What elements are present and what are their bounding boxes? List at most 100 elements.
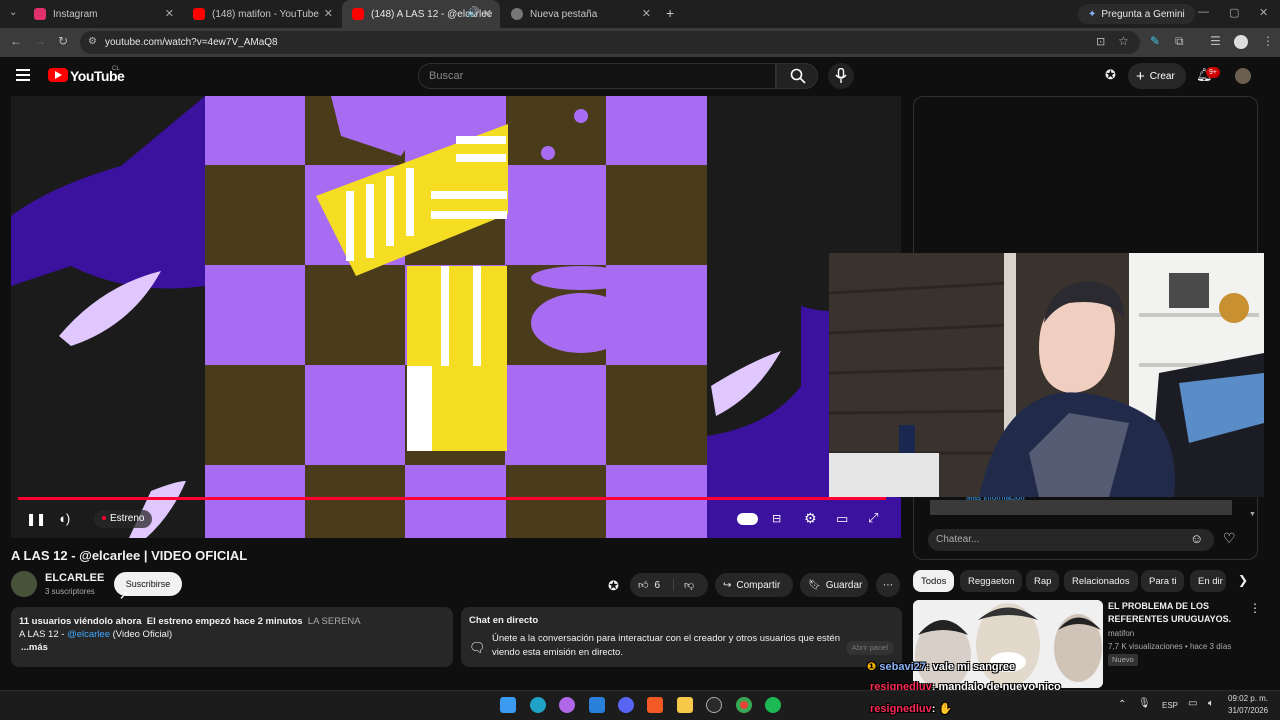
close-icon[interactable]: ✕ bbox=[324, 7, 333, 20]
forward-icon[interactable]: → bbox=[34, 34, 46, 48]
tab-search-icon[interactable]: ⌄ bbox=[9, 7, 17, 18]
chip-todos[interactable]: Todos bbox=[913, 570, 955, 592]
chip-en-directo[interactable]: En dir bbox=[1190, 570, 1226, 592]
url-text: youtube.com/watch?v=4ew7V_AMaQ8 bbox=[105, 37, 278, 48]
tray-mic-icon[interactable]: 🎙︎ bbox=[1138, 698, 1151, 709]
thumbnail-image bbox=[913, 600, 1103, 688]
heart-icon[interactable]: ♡ bbox=[1223, 530, 1236, 547]
close-icon[interactable]: ✕ bbox=[642, 7, 651, 20]
spotify-icon[interactable] bbox=[765, 697, 781, 713]
save-button[interactable]: 🔖︎ Guardar bbox=[800, 573, 868, 597]
emoji-icon[interactable]: ☺ bbox=[1190, 531, 1203, 546]
windows-start-icon[interactable] bbox=[500, 697, 516, 713]
fullscreen-icon[interactable]: ⤢ bbox=[868, 510, 878, 526]
search-button[interactable] bbox=[776, 63, 818, 89]
language-indicator[interactable]: ESP bbox=[1162, 701, 1178, 710]
voice-search-button[interactable] bbox=[828, 63, 854, 89]
reload-icon[interactable]: ↻ bbox=[58, 34, 68, 48]
share-button[interactable]: ↪ Compartir bbox=[715, 573, 793, 597]
chat-scroll-down-icon[interactable]: ▼ bbox=[1249, 511, 1256, 518]
progress-bar[interactable] bbox=[18, 497, 886, 500]
profile-avatar[interactable] bbox=[1234, 35, 1248, 49]
browser-toolbar: ← → ↻ ⚙ youtube.com/watch?v=4ew7V_AMaQ8 … bbox=[0, 28, 1280, 57]
channel-action-icon[interactable]: ✪ bbox=[608, 578, 619, 594]
bookmark-star-icon[interactable]: ☆ bbox=[1118, 34, 1129, 48]
tab-instagram[interactable]: Instagram ✕ bbox=[24, 0, 182, 28]
cast-icon[interactable]: ✪ bbox=[1105, 67, 1116, 83]
audio-icon[interactable]: 🔊 bbox=[467, 7, 479, 18]
recommended-channel[interactable]: matifon bbox=[1108, 629, 1134, 638]
maximize-icon[interactable]: ▢ bbox=[1229, 6, 1239, 19]
clock-date[interactable]: 31/07/2026 bbox=[1228, 706, 1268, 715]
show-more-link[interactable]: ...más bbox=[21, 641, 445, 654]
recommended-title[interactable]: EL PROBLEMA DE LOS REFERENTES URUGUAYOS. bbox=[1108, 600, 1238, 626]
live-chat-body: Únete a la conversación para interactuar… bbox=[492, 633, 841, 658]
emote-icon: ✋ bbox=[938, 703, 953, 715]
close-icon[interactable]: ✕ bbox=[483, 7, 492, 20]
address-bar[interactable]: ⚙ youtube.com/watch?v=4ew7V_AMaQ8 ⊡ ☆ bbox=[80, 31, 1140, 54]
autoplay-toggle[interactable] bbox=[737, 513, 758, 525]
brave-icon[interactable] bbox=[647, 697, 663, 713]
create-label: Crear bbox=[1149, 70, 1175, 82]
chrome-icon[interactable] bbox=[736, 697, 752, 713]
puzzle-icon[interactable]: ⧉ bbox=[1175, 34, 1184, 49]
chip-reggaeton[interactable]: Reggaeton bbox=[960, 570, 1023, 592]
chip-relacionados[interactable]: Relacionados bbox=[1064, 570, 1138, 592]
volume-icon[interactable]: ◖) bbox=[58, 511, 70, 526]
open-panel-button[interactable]: Abrir panel bbox=[845, 641, 894, 655]
channel-name[interactable]: ELCARLEE bbox=[45, 572, 104, 584]
pause-icon[interactable]: ❚❚ bbox=[26, 512, 46, 526]
install-icon[interactable]: ⊡ bbox=[1096, 35, 1105, 48]
recommended-thumbnail[interactable] bbox=[913, 600, 1103, 688]
tab-matifon[interactable]: (148) matifon - YouTube ✕ bbox=[183, 0, 341, 28]
volume-tray-icon[interactable]: 🔈︎ bbox=[1208, 698, 1214, 709]
settings-gear-icon[interactable]: ⚙ bbox=[804, 510, 817, 527]
network-icon[interactable]: ▭ bbox=[1188, 698, 1197, 709]
new-tab-button[interactable]: + bbox=[666, 5, 674, 21]
channel-avatar[interactable] bbox=[11, 571, 37, 597]
chip-rap[interactable]: Rap bbox=[1026, 570, 1060, 592]
theater-mode-icon[interactable]: ▭ bbox=[836, 511, 848, 527]
description-line-1: 11 usuarios viéndolo ahora El estreno em… bbox=[19, 615, 445, 628]
hamburger-menu-icon[interactable] bbox=[16, 69, 30, 81]
chip-para-ti[interactable]: Para ti bbox=[1141, 570, 1185, 592]
browser-tab-bar: ⌄ Instagram ✕ (148) matifon - YouTube ✕ … bbox=[0, 0, 1280, 28]
youtube-logo-icon[interactable] bbox=[48, 68, 68, 82]
chat-message: : bbox=[931, 703, 936, 715]
premiere-status: Estreno bbox=[94, 510, 153, 528]
extension-icon[interactable]: ✎ bbox=[1150, 34, 1160, 48]
account-avatar[interactable] bbox=[1235, 68, 1251, 84]
recommended-menu-icon[interactable]: ⋮ bbox=[1249, 601, 1261, 615]
description-box[interactable]: 11 usuarios viéndolo ahora El estreno em… bbox=[11, 607, 453, 667]
stream-chat-line: ❶ sebavi27: vale mi sangree bbox=[867, 660, 1015, 673]
create-button[interactable]: + Crear bbox=[1128, 63, 1186, 89]
copilot-icon[interactable] bbox=[559, 697, 575, 713]
location-tag[interactable]: LA SERENA bbox=[308, 616, 361, 627]
tab-a-las-12[interactable]: (148) A LAS 12 - @elcarlee 🔊 ✕ bbox=[342, 0, 500, 28]
vscode-icon[interactable] bbox=[589, 697, 605, 713]
reading-list-icon[interactable]: ☰ bbox=[1210, 34, 1221, 48]
tab-nueva[interactable]: Nueva pestaña ✕ bbox=[501, 0, 659, 28]
file-explorer-icon[interactable] bbox=[677, 697, 693, 713]
subtitles-icon[interactable]: ⊟ bbox=[772, 512, 781, 525]
mention-link[interactable]: @elcarlee bbox=[67, 629, 110, 640]
clock-time[interactable]: 09:02 p. m. bbox=[1228, 694, 1268, 703]
back-icon[interactable]: ← bbox=[10, 34, 22, 48]
game-bar-icon[interactable] bbox=[706, 697, 722, 713]
like-button[interactable]: 👍︎ 6 bbox=[630, 579, 674, 591]
site-info-icon[interactable]: ⚙ bbox=[88, 36, 97, 47]
edge-icon[interactable] bbox=[530, 697, 546, 713]
more-actions-button[interactable]: ⋯ bbox=[876, 573, 900, 597]
discord-icon[interactable] bbox=[618, 697, 634, 713]
chat-input[interactable]: Chatear... bbox=[928, 529, 1214, 551]
tray-chevron-icon[interactable]: ⌃ bbox=[1118, 699, 1126, 710]
video-player[interactable] bbox=[11, 96, 901, 538]
close-window-icon[interactable]: ✕ bbox=[1259, 6, 1268, 19]
close-icon[interactable]: ✕ bbox=[165, 7, 174, 20]
chevron-right-icon[interactable]: ❯ bbox=[1238, 573, 1248, 587]
search-input[interactable]: Buscar bbox=[418, 63, 776, 89]
gemini-button[interactable]: ✦ Pregunta a Gemini bbox=[1078, 4, 1195, 24]
menu-dots-icon[interactable]: ⋮ bbox=[1262, 34, 1274, 48]
thumbs-down-icon[interactable]: 👎︎ bbox=[674, 579, 694, 591]
minimize-icon[interactable]: — bbox=[1198, 6, 1209, 18]
